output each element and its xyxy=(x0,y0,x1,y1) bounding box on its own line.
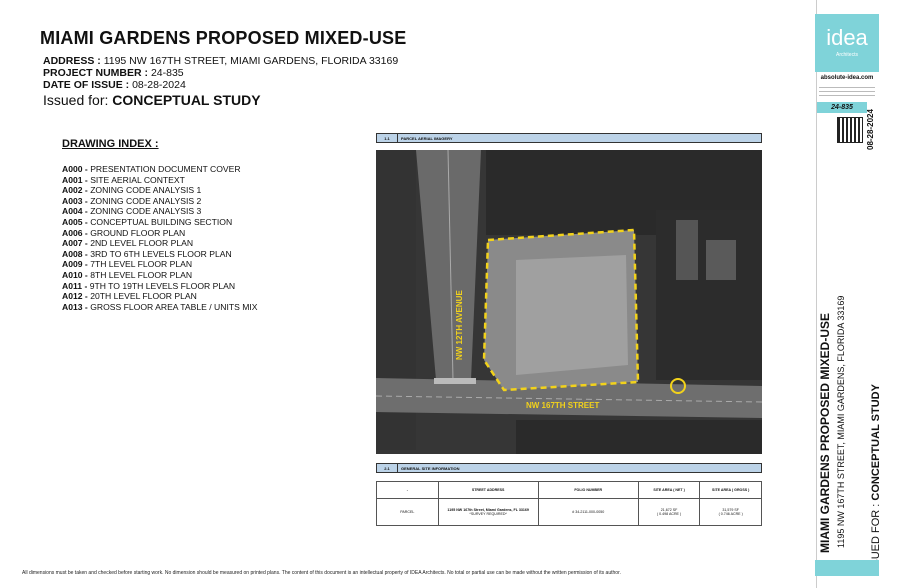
index-item: A000 - PRESENTATION DOCUMENT COVER xyxy=(62,164,258,175)
index-code: A011 - xyxy=(62,280,88,291)
index-item: A003 - ZONING CODE ANALYSIS 2 xyxy=(62,196,258,207)
qr-code-icon xyxy=(837,117,863,143)
index-name: 7TH LEVEL FLOOR PLAN xyxy=(90,259,193,270)
index-name: 8TH LEVEL FLOOR PLAN xyxy=(90,269,193,280)
index-code: A005 - xyxy=(62,216,88,227)
index-name: GROSS FLOOR AREA TABLE / UNITS MIX xyxy=(90,301,258,312)
index-code: A009 - xyxy=(62,259,88,270)
survey-note: *SURVEY REQUIRED* xyxy=(469,512,507,516)
date-label: DATE OF ISSUE : xyxy=(43,79,130,91)
address-label: ADDRESS : xyxy=(43,55,101,67)
aerial-title-bar: 1.1 PARCEL AERIAL IMAGERY xyxy=(376,133,762,143)
index-code: A012 - xyxy=(62,291,88,302)
street-label-horizontal: NW 167TH STREET xyxy=(526,401,599,410)
project-line: PROJECT NUMBER : 24-835 xyxy=(43,67,184,79)
index-code: A008 - xyxy=(62,248,88,259)
address-cell: 1195 NW 167th Street, Miami Gardens, FL … xyxy=(437,498,539,526)
index-code: A006 - xyxy=(62,227,88,238)
sidebar-issued-value: CONCEPTUAL STUDY xyxy=(870,384,882,501)
index-item: A013 - GROSS FLOOR AREA TABLE / UNITS MI… xyxy=(62,302,258,313)
index-name: SITE AERIAL CONTEXT xyxy=(90,174,185,185)
firm-website: absolute-idea.com xyxy=(820,75,874,81)
index-item: A004 - ZONING CODE ANALYSIS 3 xyxy=(62,206,258,217)
index-name: 2ND LEVEL FLOOR PLAN xyxy=(90,238,194,249)
aerial-bar-title: PARCEL AERIAL IMAGERY xyxy=(401,136,453,141)
gross-acre: ( 0.746 ACRE ) xyxy=(718,512,743,516)
issued-value: CONCEPTUAL STUDY xyxy=(112,92,261,108)
col-header: SITE AREA ( GROSS ) xyxy=(699,481,762,499)
project-number-badge: 24-835 xyxy=(817,102,867,113)
index-name: ZONING CODE ANALYSIS 2 xyxy=(90,195,202,206)
table-row: PARCEL 1195 NW 167th Street, Miami Garde… xyxy=(376,498,762,526)
col-header: SITE AREA ( NET ) xyxy=(637,481,701,499)
address-value: 1195 NW 167TH STREET, MIAMI GARDENS, FLO… xyxy=(103,55,399,67)
date-value: 08-28-2024 xyxy=(132,79,186,91)
drawing-index-heading: DRAWING INDEX : xyxy=(62,138,159,150)
col-header: FOLIO NUMBER xyxy=(537,481,639,499)
index-item: A008 - 3RD TO 6TH LEVELS FLOOR PLAN xyxy=(62,249,258,260)
index-code: A001 - xyxy=(62,174,88,185)
logo-text: idea xyxy=(826,25,868,50)
parcel-cell: PARCEL xyxy=(376,498,439,526)
aerial-bar-number: 1.1 xyxy=(377,134,398,142)
table-header-row: - STREET ADDRESS FOLIO NUMBER SITE AREA … xyxy=(376,481,762,499)
disclaimer: All dimensions must be taken and checked… xyxy=(22,570,621,576)
sidebar-title: MIAMI GARDENS PROPOSED MIXED-USE xyxy=(818,312,832,553)
index-item: A012 - 20TH LEVEL FLOOR PLAN xyxy=(62,291,258,302)
issued-line: Issued for: CONCEPTUAL STUDY xyxy=(43,92,261,108)
folio-cell: # 34-2111-000-0050 xyxy=(537,498,639,526)
index-item: A006 - GROUND FLOOR PLAN xyxy=(62,228,258,239)
project-label: PROJECT NUMBER : xyxy=(43,67,149,79)
aerial-image: NW 12TH AVENUE NW 167TH STREET xyxy=(376,150,762,454)
index-code: A004 - xyxy=(62,206,88,217)
index-code: A003 - xyxy=(62,195,88,206)
index-name: ZONING CODE ANALYSIS 1 xyxy=(90,185,202,196)
address-line: ADDRESS : 1195 NW 167TH STREET, MIAMI GA… xyxy=(43,55,398,67)
project-value: 24-835 xyxy=(150,67,184,79)
index-item: A005 - CONCEPTUAL BUILDING SECTION xyxy=(62,217,258,228)
firm-contact-lines xyxy=(815,84,879,100)
index-code: A010 - xyxy=(62,269,88,280)
sheet-title: MIAMI GARDENS PROPOSED MIXED-USE xyxy=(40,28,407,48)
index-name: ZONING CODE ANALYSIS 3 xyxy=(90,206,202,217)
index-code: A007 - xyxy=(62,238,88,249)
sidebar-accent-block xyxy=(815,560,879,576)
net-acre: ( 0.498 ACRE ) xyxy=(656,512,682,516)
index-name: GROUND FLOOR PLAN xyxy=(90,227,186,238)
index-item: A011 - 9TH TO 19TH LEVELS FLOOR PLAN xyxy=(62,281,258,292)
sidebar-issued: ISSUED FOR : CONCEPTUAL STUDY xyxy=(870,362,882,577)
firm-logo: idea Architects xyxy=(815,14,879,72)
date-line: DATE OF ISSUE : 08-28-2024 xyxy=(43,79,186,91)
logo-sub: Architects xyxy=(836,52,858,58)
index-item: A002 - ZONING CODE ANALYSIS 1 xyxy=(62,185,258,196)
gross-area-cell: 31,579 SF( 0.746 ACRE ) xyxy=(699,498,762,526)
index-name: CONCEPTUAL BUILDING SECTION xyxy=(90,216,233,227)
sidebar-date: 08-28-2024 xyxy=(866,109,875,150)
site-info-title-bar: 2.1 GENERAL SITE INFORMATION xyxy=(376,463,762,473)
site-info-table: - STREET ADDRESS FOLIO NUMBER SITE AREA … xyxy=(376,481,762,526)
index-item: A001 - SITE AERIAL CONTEXT xyxy=(62,175,258,186)
index-name: 20TH LEVEL FLOOR PLAN xyxy=(90,291,197,302)
index-code: A013 - xyxy=(62,301,88,312)
index-name: 9TH TO 19TH LEVELS FLOOR PLAN xyxy=(89,280,236,291)
col-header: STREET ADDRESS xyxy=(437,481,539,499)
index-item: A010 - 8TH LEVEL FLOOR PLAN xyxy=(62,270,258,281)
street-label-vertical: NW 12TH AVENUE xyxy=(455,290,464,360)
index-name: PRESENTATION DOCUMENT COVER xyxy=(90,164,241,174)
site-info-bar-number: 2.1 xyxy=(377,464,398,472)
col-header: - xyxy=(376,481,439,499)
index-code: A002 - xyxy=(62,185,88,196)
sidebar-address: 1195 NW 167TH STREET, MIAMI GARDENS, FLO… xyxy=(836,295,846,548)
index-item: A007 - 2ND LEVEL FLOOR PLAN xyxy=(62,238,258,249)
drawing-index-list: A000 - PRESENTATION DOCUMENT COVER A001 -… xyxy=(62,164,258,312)
net-area-cell: 21,672 SF( 0.498 ACRE ) xyxy=(637,498,701,526)
aerial-map: NW 12TH AVENUE NW 167TH STREET xyxy=(376,150,762,454)
index-name: 3RD TO 6TH LEVELS FLOOR PLAN xyxy=(90,248,232,259)
index-code: A000 - xyxy=(62,164,88,174)
index-item: A009 - 7TH LEVEL FLOOR PLAN xyxy=(62,259,258,270)
issued-label: Issued for: xyxy=(43,92,109,108)
site-info-bar-title: GENERAL SITE INFORMATION xyxy=(401,466,460,471)
